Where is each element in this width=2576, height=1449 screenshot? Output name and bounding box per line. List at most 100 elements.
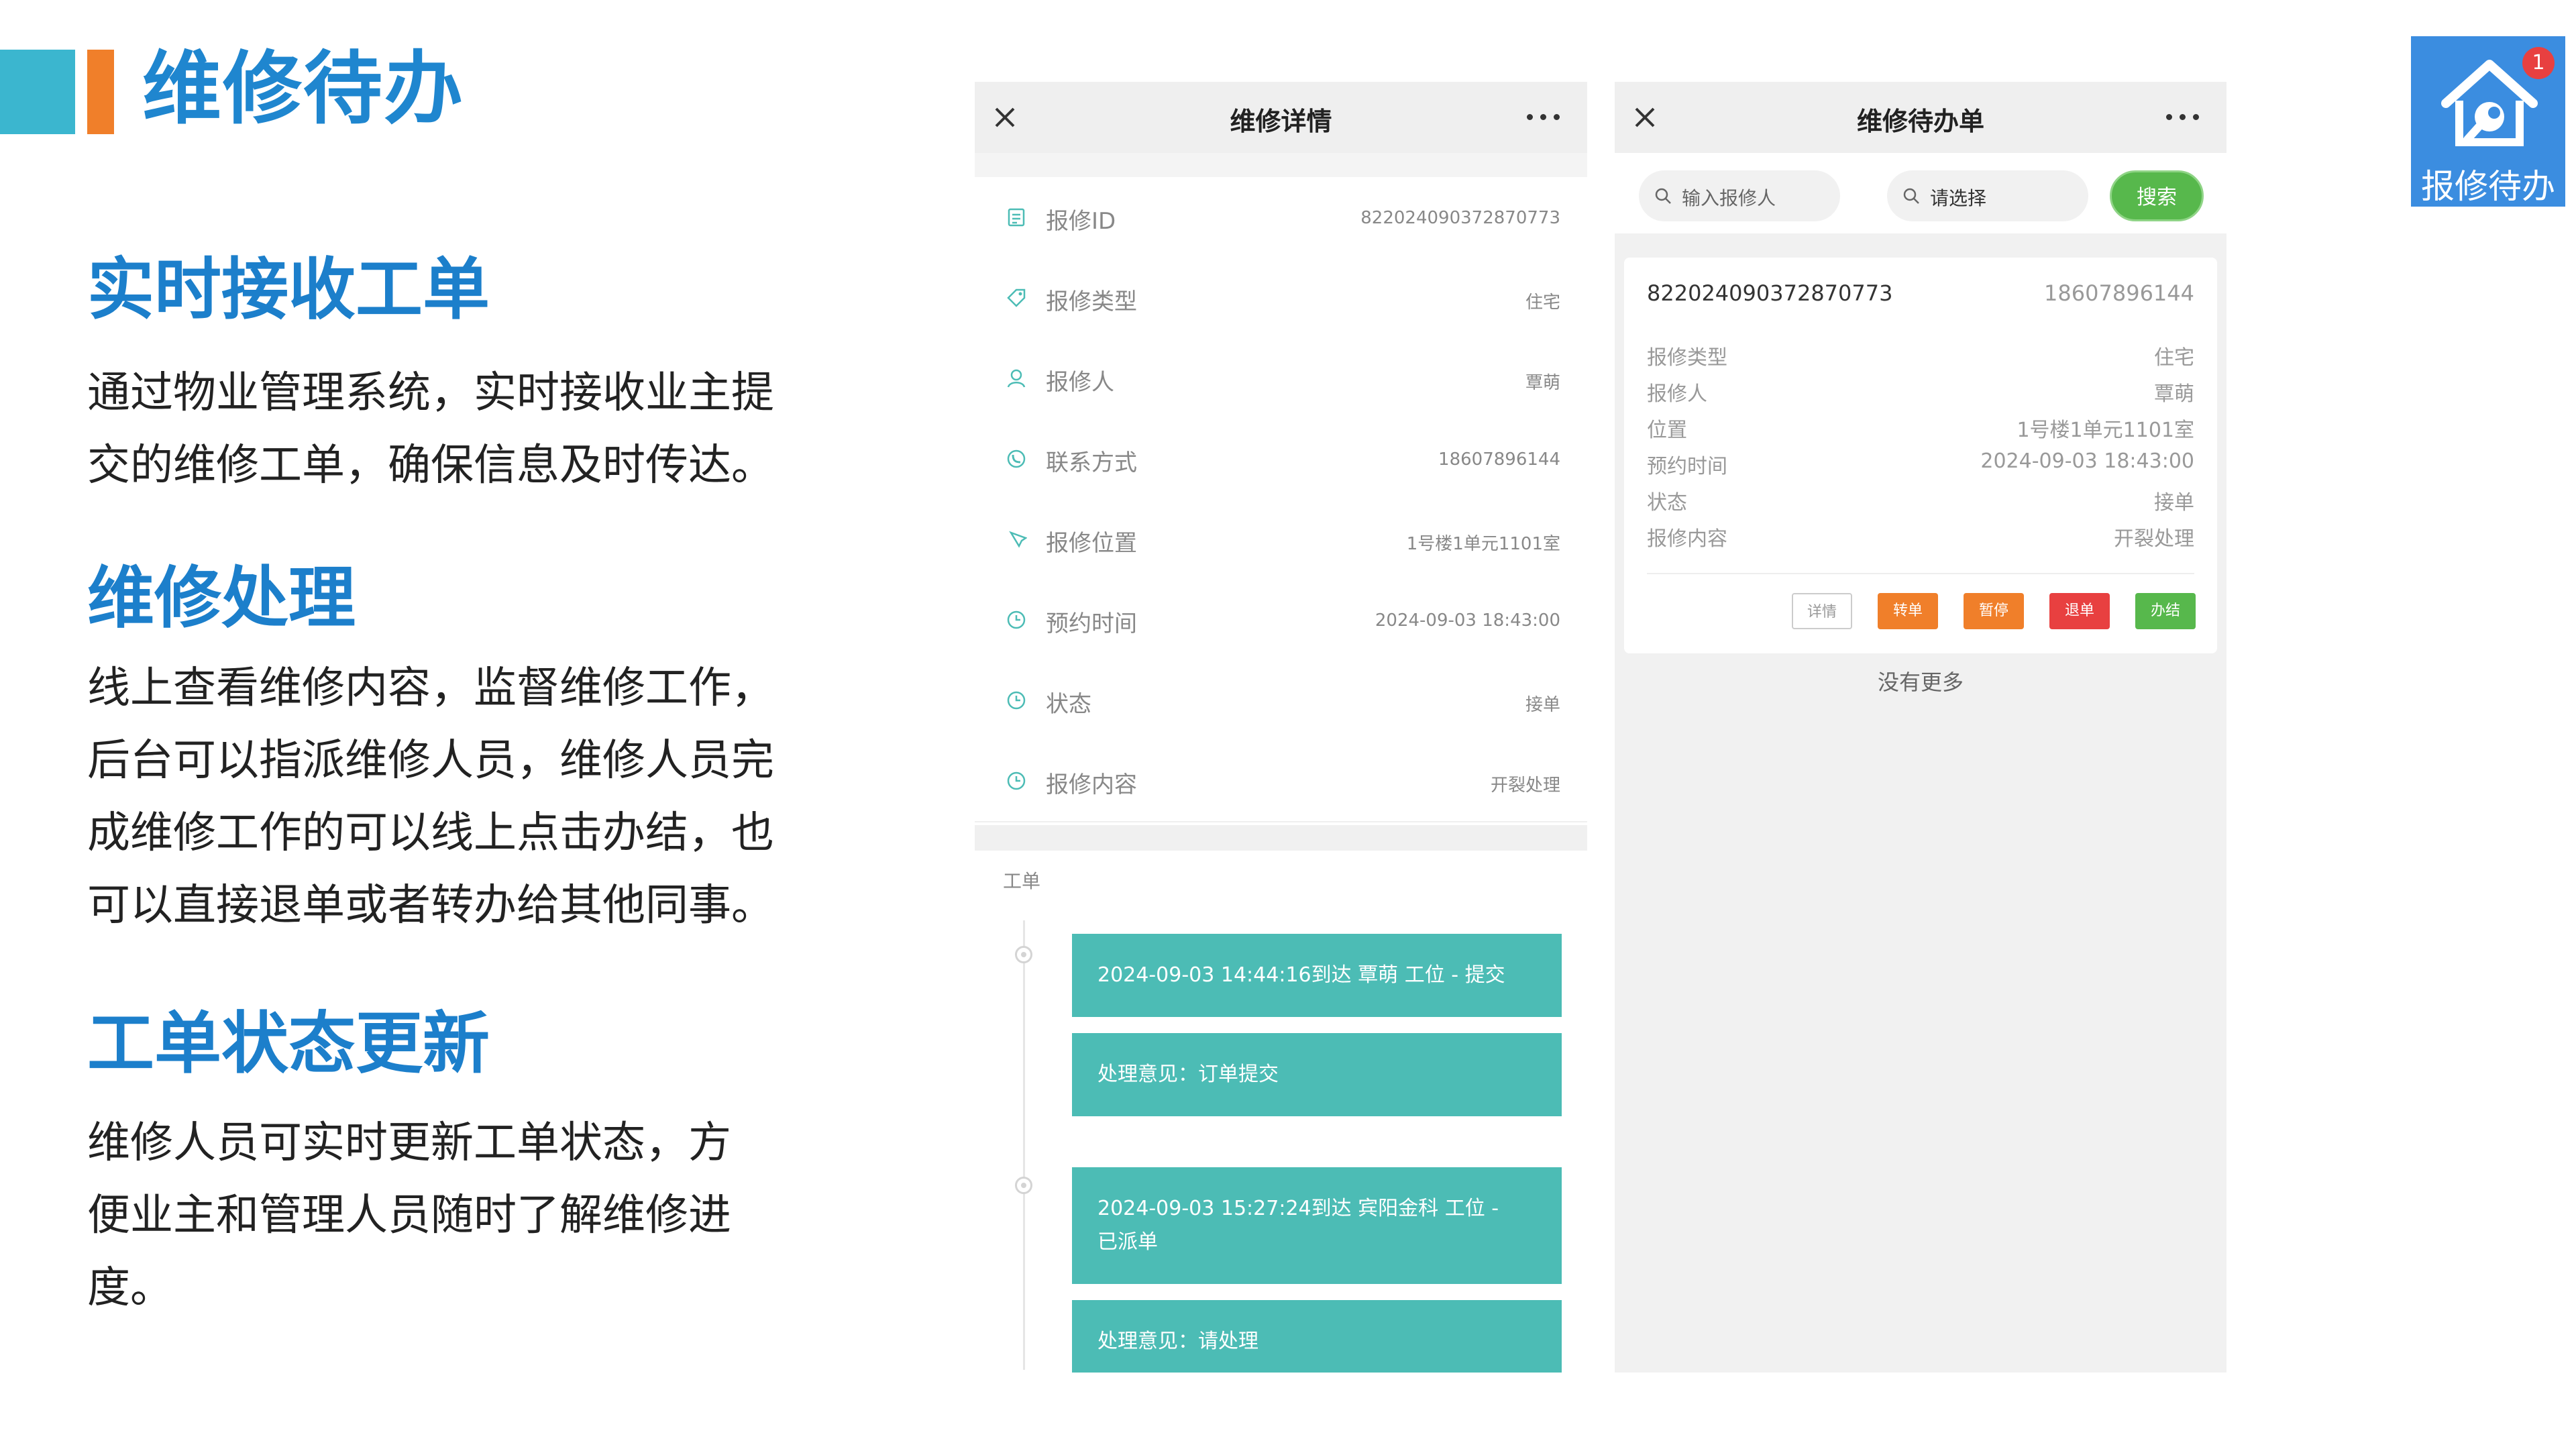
detail-label: 报修位置 <box>1046 530 1137 557</box>
section-heading-process: 维修处理 <box>87 559 356 637</box>
page-title: 维修待办 <box>142 42 465 135</box>
detail-row-appointment: 预约时间 2024-09-03 18:43:00 <box>975 580 1587 661</box>
text-line: 可以直接退单或者转办给其他同事。 <box>87 881 774 930</box>
return-button[interactable]: 退单 <box>2049 593 2110 629</box>
field-label: 状态 <box>1647 491 1687 515</box>
user-icon <box>1007 369 1026 388</box>
timeline-event-text: 2024-09-03 14:44:16到达 覃萌 工位 - 提交 <box>1097 963 1505 987</box>
section-text-process: 线上查看维修内容，监督维修工作， 后台可以指派维修人员，维修人员完 成维修工作的… <box>87 652 812 942</box>
detail-row-id: 报修ID 822024090372870773 <box>975 177 1587 259</box>
notification-badge: 1 <box>2522 47 2555 79</box>
text-line: 维修人员可实时更新工单状态，方 <box>87 1118 731 1168</box>
timeline-opinion-text: 处理意见：订单提交 <box>1097 1063 1279 1086</box>
detail-value: 开裂处理 <box>1490 775 1560 796</box>
clock-icon <box>1007 691 1026 710</box>
timeline-dot <box>1015 946 1032 963</box>
field-label: 报修人 <box>1647 382 1707 406</box>
search-button[interactable]: 搜索 <box>2110 170 2204 221</box>
field-value: 接单 <box>2154 491 2194 515</box>
detail-row-location: 报修位置 1号楼1单元1101室 <box>975 499 1587 581</box>
transfer-button[interactable]: 转单 <box>1878 593 1938 629</box>
field-value: 住宅 <box>2154 346 2194 370</box>
section-text-receive: 通过物业管理系统，实时接收业主提 交的维修工单，确保信息及时传达。 <box>87 357 812 502</box>
text-line: 交的维修工单，确保信息及时传达。 <box>87 441 774 490</box>
detail-row-type: 报修类型 住宅 <box>975 258 1587 339</box>
title-accent-orange <box>87 50 114 134</box>
field-label: 位置 <box>1647 419 1687 442</box>
detail-row-content: 报修内容 开裂处理 <box>975 741 1587 822</box>
location-icon <box>1009 531 1027 548</box>
repair-detail-panel: 维修详情 报修ID 822024090372870773 报修类型 住宅 报修人… <box>975 82 1587 1373</box>
text-line: 线上查看维修内容，监督维修工作， <box>87 663 774 713</box>
timeline-event-card: 2024-09-03 14:44:16到达 覃萌 工位 - 提交 <box>1072 934 1562 1017</box>
detail-label: 预约时间 <box>1046 610 1137 637</box>
timeline-opinion-card: 处理意见：请处理 <box>1072 1300 1562 1373</box>
detail-value: 1号楼1单元1101室 <box>1406 534 1560 554</box>
detail-label: 报修内容 <box>1046 771 1137 798</box>
detail-label: 报修类型 <box>1046 288 1137 315</box>
field-label: 报修类型 <box>1647 346 1727 370</box>
detail-row-status: 状态 接单 <box>975 660 1587 742</box>
timeline-event-card: 2024-09-03 15:27:24到达 宾阳金科 工位 - 已派单 <box>1072 1167 1562 1284</box>
no-more-text: 没有更多 <box>1877 669 1964 695</box>
timeline-event-text: 已派单 <box>1097 1230 1158 1254</box>
divider <box>975 153 1587 177</box>
field-label: 预约时间 <box>1647 455 1727 478</box>
phone-icon <box>1007 449 1026 468</box>
more-icon[interactable] <box>1527 114 1560 121</box>
list-title: 维修待办单 <box>1856 107 1984 136</box>
detail-label: 报修人 <box>1046 369 1114 396</box>
search-bar: 输入报修人 请选择 搜索 <box>1615 153 2226 233</box>
field-value: 覃萌 <box>2154 382 2194 406</box>
list-nav-bar: 维修待办单 <box>1615 82 2226 153</box>
complete-button[interactable]: 办结 <box>2135 593 2196 629</box>
divider <box>975 825 1587 851</box>
work-order-label: 工单 <box>1003 870 1041 892</box>
field-value: 1号楼1单元1101室 <box>2017 419 2194 442</box>
more-icon[interactable] <box>2166 114 2200 121</box>
note-icon <box>1008 208 1025 227</box>
field-value: 2024-09-03 18:43:00 <box>1980 449 2194 473</box>
pause-button[interactable]: 暂停 <box>1964 593 2024 629</box>
timeline-opinion-card: 处理意见：订单提交 <box>1072 1033 1562 1116</box>
tag-icon <box>1007 288 1026 307</box>
timeline-line <box>1023 920 1025 1370</box>
field-value: 开裂处理 <box>2114 527 2194 551</box>
timeline-event-text: 2024-09-03 15:27:24到达 宾阳金科 工位 - <box>1097 1197 1499 1220</box>
clock-icon <box>1007 610 1026 629</box>
repair-todo-list-panel: 维修待办单 输入报修人 请选择 搜索 822024090372870773 18… <box>1615 82 2226 1373</box>
search-icon <box>1903 188 1919 204</box>
detail-title: 维修详情 <box>1230 107 1332 136</box>
text-line: 通过物业管理系统，实时接收业主提 <box>87 368 774 418</box>
shortcut-label: 报修待办 <box>2421 167 2555 206</box>
reporter-search-input[interactable]: 输入报修人 <box>1639 170 1840 221</box>
search-icon <box>1655 188 1671 204</box>
field-label: 报修内容 <box>1647 527 1727 551</box>
detail-value: 覃萌 <box>1525 373 1560 393</box>
divider <box>1647 573 2194 574</box>
detail-value: 822024090372870773 <box>1360 208 1560 228</box>
timeline-dot <box>1015 1177 1032 1194</box>
detail-label: 联系方式 <box>1046 449 1137 476</box>
status-select[interactable]: 请选择 <box>1887 170 2088 221</box>
detail-nav-bar: 维修详情 <box>975 82 1587 153</box>
clock-icon <box>1007 771 1026 790</box>
detail-value: 18607896144 <box>1438 449 1560 470</box>
detail-value: 接单 <box>1525 695 1560 715</box>
detail-value: 住宅 <box>1525 292 1560 313</box>
work-order-card[interactable]: 822024090372870773 18607896144 报修类型 住宅 报… <box>1624 258 2217 653</box>
work-order-phone: 18607896144 <box>2044 280 2194 306</box>
section-heading-status: 工单状态更新 <box>87 1004 490 1083</box>
search-placeholder: 输入报修人 <box>1682 187 1776 209</box>
detail-row-reporter: 报修人 覃萌 <box>975 338 1587 420</box>
text-line: 后台可以指派维修人员，维修人员完 <box>87 736 774 786</box>
timeline-opinion-text: 处理意见：请处理 <box>1097 1330 1258 1353</box>
text-line: 便业主和管理人员随时了解维修进 <box>87 1191 731 1240</box>
detail-value: 2024-09-03 18:43:00 <box>1375 610 1560 631</box>
detail-label: 报修ID <box>1046 208 1116 235</box>
select-placeholder: 请选择 <box>1930 187 1987 209</box>
title-accent-cyan <box>0 50 75 134</box>
section-heading-receive: 实时接收工单 <box>87 250 490 329</box>
text-line: 成维修工作的可以线上点击办结，也 <box>87 808 774 858</box>
detail-button[interactable]: 详情 <box>1792 593 1852 629</box>
